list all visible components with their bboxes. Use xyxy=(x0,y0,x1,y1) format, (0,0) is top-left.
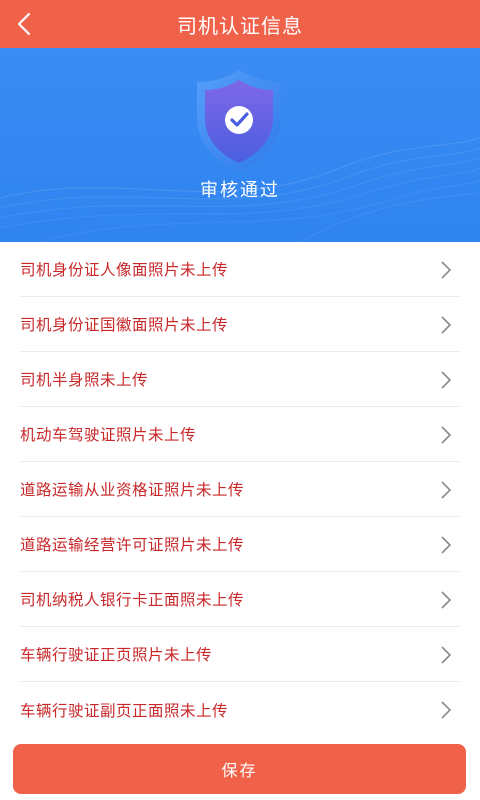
verification-status: 审核通过 xyxy=(200,180,280,201)
list-item-business-license[interactable]: 道路运输经营许可证照片未上传 xyxy=(20,517,460,572)
chevron-right-icon xyxy=(441,261,452,279)
list-item-vehicle-license-main[interactable]: 车辆行驶证正页照片未上传 xyxy=(20,627,460,682)
list-item-label: 车辆行驶证副页正面照未上传 xyxy=(20,701,229,720)
shield-check-icon xyxy=(197,70,281,172)
list-item-label: 道路运输从业资格证照片未上传 xyxy=(20,481,245,499)
list-item-bank-card[interactable]: 司机纳税人银行卡正面照未上传 xyxy=(20,572,460,627)
list-item-label: 道路运输经营许可证照片未上传 xyxy=(20,536,245,554)
chevron-right-icon xyxy=(441,591,452,609)
list-item-id-back[interactable]: 司机身份证国徽面照片未上传 xyxy=(20,297,460,352)
list-item-id-front[interactable]: 司机身份证人像面照片未上传 xyxy=(20,242,460,297)
list-item-label: 车辆行驶证正页照片未上传 xyxy=(20,646,213,664)
save-button[interactable]: 保存 xyxy=(13,744,466,794)
list-item-label: 司机纳税人银行卡正面照未上传 xyxy=(20,591,245,609)
verification-banner: 审核通过 xyxy=(0,48,480,242)
list-item-label: 司机半身照未上传 xyxy=(20,371,149,389)
list-item-label: 司机身份证国徽面照片未上传 xyxy=(20,316,229,334)
list-item-vehicle-license-sub[interactable]: 车辆行驶证副页正面照未上传 xyxy=(20,682,460,737)
chevron-right-icon xyxy=(441,536,452,554)
list-item-label: 机动车驾驶证照片未上传 xyxy=(20,426,197,444)
chevron-right-icon xyxy=(441,316,452,334)
chevron-right-icon xyxy=(441,481,452,499)
navigation-bar: 司机认证信息 xyxy=(0,0,480,48)
chevron-right-icon xyxy=(441,646,452,664)
document-list: 司机身份证人像面照片未上传 司机身份证国徽面照片未上传 司机半身照未上传 机动车… xyxy=(0,242,480,737)
list-item-qualification-cert[interactable]: 道路运输从业资格证照片未上传 xyxy=(20,462,460,517)
chevron-right-icon xyxy=(441,426,452,444)
chevron-right-icon xyxy=(441,701,452,719)
chevron-right-icon xyxy=(441,371,452,389)
list-item-driving-license[interactable]: 机动车驾驶证照片未上传 xyxy=(20,407,460,462)
list-item-half-body-photo[interactable]: 司机半身照未上传 xyxy=(20,352,460,407)
list-item-label: 司机身份证人像面照片未上传 xyxy=(20,261,229,279)
chevron-left-icon xyxy=(17,12,31,36)
page-title: 司机认证信息 xyxy=(177,13,303,38)
back-button[interactable] xyxy=(4,4,44,44)
